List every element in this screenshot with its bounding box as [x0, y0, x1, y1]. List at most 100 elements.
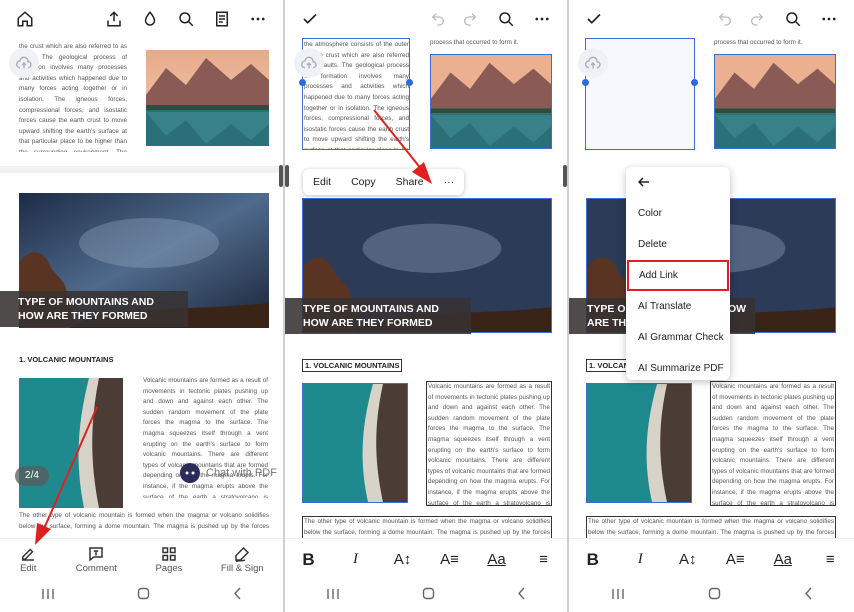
scroll-handle[interactable]	[285, 165, 289, 187]
line-spacing-icon[interactable]: A≡	[723, 551, 747, 568]
comment-tool[interactable]: Comment	[76, 545, 117, 574]
align-icon[interactable]: ≡	[532, 551, 556, 568]
selection-handle-left[interactable]	[299, 79, 306, 86]
scroll-handle[interactable]	[279, 165, 283, 187]
redo-icon[interactable]	[459, 8, 481, 30]
format-toolbar: B I A↕ A≡ Aa ≡	[285, 538, 567, 580]
edit-top-toolbar	[285, 0, 567, 38]
bold-icon[interactable]: B	[581, 550, 605, 570]
recent-apps-icon[interactable]	[611, 587, 625, 605]
android-nav-bar	[0, 580, 283, 612]
annotation-arrow	[35, 406, 98, 545]
panel-reader: the crust which are also referred to as …	[0, 0, 283, 612]
share-icon[interactable]	[103, 8, 125, 30]
more-icon[interactable]	[531, 8, 553, 30]
more-icon[interactable]	[247, 8, 269, 30]
volcanic-coast-photo	[302, 383, 408, 503]
menu-ai-summarize-pdf[interactable]: AI Summarize PDF	[626, 353, 730, 384]
pages-grid-icon	[162, 547, 176, 561]
page-text-top-right: process that occurred to form it.	[430, 39, 519, 46]
mountain-lake-photo	[430, 54, 552, 149]
format-toolbar: B I A↕ A≡ Aa ≡	[569, 538, 854, 580]
search-icon[interactable]	[495, 8, 517, 30]
font-size-icon[interactable]: A↕	[391, 551, 415, 568]
align-icon[interactable]: ≡	[818, 551, 842, 568]
back-nav-icon[interactable]	[233, 587, 242, 605]
font-size-icon[interactable]: A↕	[676, 551, 700, 568]
subheading[interactable]: 1. VOLCANIC MOUNTAINS	[302, 359, 403, 372]
menu-delete[interactable]: Delete	[626, 229, 730, 260]
search-icon[interactable]	[175, 8, 197, 30]
page-break	[0, 166, 283, 173]
recent-apps-icon[interactable]	[41, 587, 55, 605]
menu-color[interactable]: Color	[626, 198, 730, 229]
font-style-icon[interactable]: Aa	[485, 551, 509, 568]
android-nav-bar	[285, 580, 567, 612]
document-view: process that occurred to form it. TYPE O…	[569, 38, 854, 612]
panel-more-menu: process that occurred to form it. TYPE O…	[569, 0, 854, 612]
top-toolbar	[0, 0, 283, 38]
upload-cloud-button[interactable]	[9, 48, 39, 78]
comment-icon	[89, 547, 104, 562]
heading-text-3: OW	[727, 303, 747, 315]
selection-handle-right[interactable]	[406, 79, 413, 86]
selection-handle-left[interactable]	[582, 79, 589, 86]
redo-icon[interactable]	[746, 8, 768, 30]
body-text[interactable]: Volcanic mountains are formed as a resul…	[710, 381, 836, 506]
subheading: 1. VOLCANIC MOUNTAINS	[19, 355, 114, 364]
mountain-lake-photo	[146, 50, 269, 146]
menu-ai-translate[interactable]: AI Translate	[626, 291, 730, 322]
search-icon[interactable]	[782, 8, 804, 30]
chat-with-pdf-label: Chat with PDF	[206, 467, 277, 479]
bottom-text[interactable]: The other type of volcanic mountain is f…	[302, 516, 552, 539]
bold-icon[interactable]: B	[297, 550, 321, 570]
chat-with-pdf-button[interactable]: Chat with PDF	[180, 462, 277, 484]
scroll-handle-right[interactable]	[563, 165, 567, 187]
more-icon[interactable]	[818, 8, 840, 30]
home-nav-icon[interactable]	[708, 587, 721, 605]
italic-icon[interactable]: I	[628, 551, 652, 568]
back-nav-icon[interactable]	[804, 587, 813, 605]
done-check-icon[interactable]	[299, 8, 321, 30]
body-text[interactable]: Volcanic mountains are formed as a resul…	[426, 381, 552, 506]
section-heading[interactable]: TYPE OF MOUNTAINS AND HOW ARE THEY FORME…	[285, 298, 471, 334]
bookmark-list-icon[interactable]	[211, 8, 233, 30]
home-nav-icon[interactable]	[422, 587, 435, 605]
edit-top-toolbar	[569, 0, 854, 38]
undo-icon[interactable]	[714, 8, 736, 30]
color-drop-icon[interactable]	[139, 8, 161, 30]
menu-add-link[interactable]: Add Link	[627, 260, 729, 291]
fill-sign-icon	[235, 546, 250, 563]
menu-back-button[interactable]	[626, 167, 730, 198]
context-edit[interactable]: Edit	[303, 176, 341, 188]
fill-sign-tool[interactable]: Fill & Sign	[221, 545, 264, 574]
android-nav-bar	[569, 580, 854, 612]
mountain-lake-photo	[714, 54, 836, 149]
pages-tool-label: Pages	[155, 563, 183, 574]
undo-icon[interactable]	[427, 8, 449, 30]
fill-sign-tool-label: Fill & Sign	[220, 563, 264, 574]
edit-tool[interactable]: Edit	[19, 545, 37, 574]
upload-cloud-button[interactable]	[294, 48, 324, 78]
home-icon[interactable]	[14, 8, 36, 30]
line-spacing-icon[interactable]: A≡	[438, 551, 462, 568]
menu-ai-grammar-check[interactable]: AI Grammar Check	[626, 322, 730, 353]
selection-handle-right[interactable]	[691, 79, 698, 86]
more-options-menu: Color Delete Add Link AI Translate AI Gr…	[626, 167, 730, 380]
pages-tool[interactable]: Pages	[155, 545, 182, 574]
home-nav-icon[interactable]	[137, 587, 150, 605]
back-arrow-icon	[637, 177, 649, 187]
page-text-top-right: process that occurred to form it.	[714, 39, 803, 46]
back-nav-icon[interactable]	[517, 587, 526, 605]
font-style-icon[interactable]: Aa	[771, 551, 795, 568]
done-check-icon[interactable]	[583, 8, 605, 30]
volcanic-coast-photo	[586, 383, 692, 503]
section-heading: TYPE OF MOUNTAINS AND HOW ARE THEY FORME…	[0, 291, 188, 327]
recent-apps-icon[interactable]	[326, 587, 340, 605]
ai-bot-icon	[180, 463, 200, 483]
annotation-arrow	[373, 109, 432, 184]
italic-icon[interactable]: I	[344, 551, 368, 568]
bottom-text[interactable]: The other type of volcanic mountain is f…	[586, 516, 836, 539]
edit-tool-label: Edit	[20, 563, 37, 574]
upload-cloud-button[interactable]	[578, 48, 608, 78]
